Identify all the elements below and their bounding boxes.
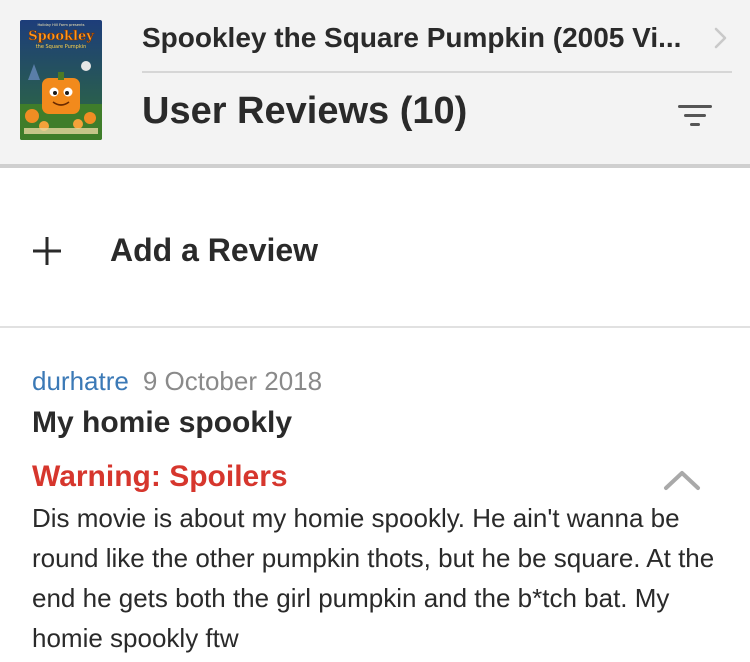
header-divider (142, 71, 732, 73)
plus-icon (33, 237, 61, 265)
review-meta: durhatre 9 October 2018 (32, 366, 322, 397)
poster-top-text: Holiday Hill Farm presents (37, 23, 84, 27)
review-title: My homie spookly (32, 406, 293, 439)
page-header: Holiday Hill Farm presents Spookley the … (0, 0, 750, 168)
movie-title-link[interactable]: Spookley the Square Pumpkin (2005 Vi... (142, 14, 732, 62)
review-author-link[interactable]: durhatre (32, 366, 129, 396)
section-divider (0, 326, 750, 328)
poster-logo-text: Spookley (28, 29, 94, 44)
chevron-right-icon (714, 27, 727, 49)
review-body: Dis movie is about my homie spookly. He … (32, 503, 715, 653)
spoiler-warning: Warning: Spoilers (32, 460, 288, 493)
add-review-button[interactable]: Add a Review (0, 172, 750, 326)
page-title: User Reviews (10) (142, 90, 468, 132)
poster-subtitle-text: the Square Pumpkin (36, 44, 87, 50)
review-date: 9 October 2018 (142, 366, 323, 396)
poster-image: Holiday Hill Farm presents Spookley the … (20, 20, 102, 140)
filter-icon (678, 105, 712, 126)
chevron-up-icon[interactable] (660, 464, 704, 494)
filter-button[interactable] (668, 96, 722, 136)
movie-poster[interactable]: Holiday Hill Farm presents Spookley the … (20, 20, 102, 140)
movie-title: Spookley the Square Pumpkin (2005 Vi... (142, 22, 682, 53)
add-review-label: Add a Review (110, 232, 319, 268)
